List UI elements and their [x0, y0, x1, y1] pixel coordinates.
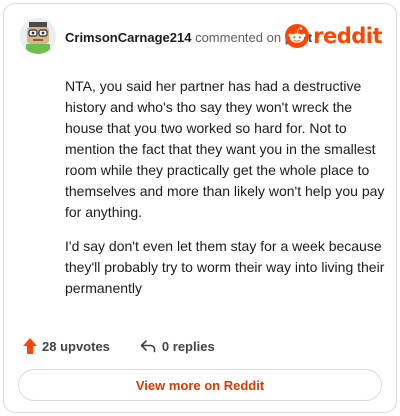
replies[interactable]: 0 replies	[140, 338, 215, 354]
replies-count: 0 replies	[161, 338, 215, 354]
reddit-snoo-icon	[285, 24, 310, 48]
comment-header: CrimsonCarnage214 commented on post redd…	[20, 18, 382, 54]
upvote-arrow-icon	[23, 338, 37, 354]
comment-body: NTA, you said her partner has had a dest…	[65, 76, 387, 312]
avatar-image	[20, 18, 56, 54]
reddit-comment-embed: CrimsonCarnage214 commented on post redd…	[3, 3, 397, 413]
comment-footer: 28 upvotes 0 replies	[22, 334, 215, 358]
commented-on-text: commented on	[195, 30, 282, 45]
upvotes[interactable]: 28 upvotes	[22, 337, 110, 355]
reply-arrow-icon	[140, 340, 156, 353]
username-link[interactable]: CrimsonCarnage214	[65, 30, 191, 45]
comment-paragraph-2: I'd say don't even let them stay for a w…	[65, 238, 385, 296]
comment-paragraph-1: NTA, you said her partner has had a dest…	[65, 78, 385, 220]
reddit-logo[interactable]: reddit	[285, 22, 382, 50]
reddit-wordmark: reddit	[313, 24, 382, 48]
comment-byline: CrimsonCarnage214 commented on post	[65, 30, 312, 45]
view-more-button[interactable]: View more on Reddit	[18, 369, 382, 401]
user-avatar[interactable]	[20, 18, 56, 54]
upvotes-count: 28 upvotes	[42, 338, 110, 354]
